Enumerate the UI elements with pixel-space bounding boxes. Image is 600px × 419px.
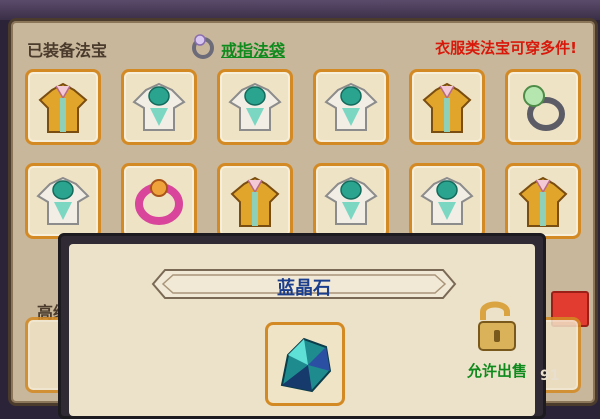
item-detail-popup: 蓝晶石 允许出售 xyxy=(58,233,546,419)
pink-ring-icon xyxy=(135,179,183,225)
gold-robe-icon xyxy=(230,176,280,227)
gold-robe-icon xyxy=(518,176,568,227)
ring-bag-icon[interactable] xyxy=(189,33,217,61)
title-banner: 蓝晶石 xyxy=(151,266,457,302)
equipped-slot-12[interactable] xyxy=(505,163,581,239)
equipped-slot-2[interactable] xyxy=(121,69,197,145)
equipped-slot-1[interactable] xyxy=(25,69,101,145)
ring-bag-link[interactable]: 戒指法袋 xyxy=(221,37,285,61)
white-fur-robe-icon xyxy=(420,176,474,225)
clothing-tip: 衣服类法宝可穿多件! xyxy=(435,39,577,57)
equipped-slot-3[interactable] xyxy=(217,69,293,145)
equipped-slot-6[interactable] xyxy=(505,69,581,145)
equipped-slot-8[interactable] xyxy=(121,163,197,239)
white-fur-robe-icon xyxy=(36,176,90,225)
top-bar xyxy=(0,0,600,20)
white-fur-robe-icon xyxy=(132,82,186,131)
white-fur-robe-icon xyxy=(324,82,378,131)
jade-ring-icon xyxy=(523,85,565,131)
gold-robe-icon xyxy=(422,82,472,133)
sapphire-crystal-icon xyxy=(280,337,332,393)
allow-sale-label[interactable]: 允许出售 xyxy=(467,360,527,381)
popup-body: 蓝晶石 允许出售 xyxy=(69,244,535,416)
equipped-slot-4[interactable] xyxy=(313,69,389,145)
white-fur-robe-icon xyxy=(324,176,378,225)
equipped-slot-7[interactable] xyxy=(25,163,101,239)
corner-counter: 91 xyxy=(540,368,560,384)
unlock-icon[interactable] xyxy=(473,298,521,354)
equipped-label: 已装备法宝 xyxy=(27,41,108,60)
equipped-slot-10[interactable] xyxy=(313,163,389,239)
equipped-slot-11[interactable] xyxy=(409,163,485,239)
equipped-slot-5[interactable] xyxy=(409,69,485,145)
equipped-slot-9[interactable] xyxy=(217,163,293,239)
panel-header: 已装备法宝 戒指法袋 衣服类法宝可穿多件! xyxy=(19,33,579,61)
white-fur-robe-icon xyxy=(228,82,282,131)
item-preview-slot xyxy=(265,322,345,406)
item-title: 蓝晶石 xyxy=(277,278,331,299)
gold-robe-icon xyxy=(38,82,88,133)
